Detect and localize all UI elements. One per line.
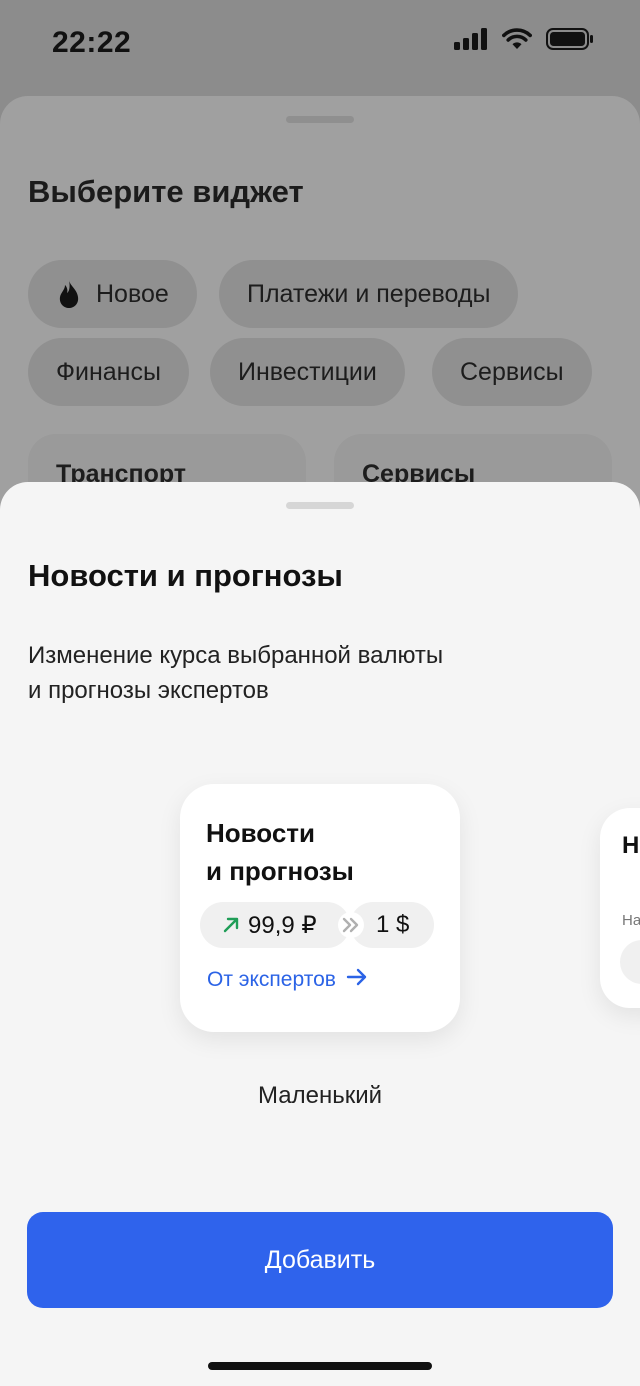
rate-value: 99,9 ₽ bbox=[248, 911, 317, 939]
chip-label: Сервисы bbox=[460, 357, 564, 386]
rate-row: 99,9 ₽ 1 $ bbox=[200, 902, 434, 948]
peek-card-pill bbox=[620, 940, 640, 984]
sheet-grabber[interactable] bbox=[286, 116, 354, 123]
status-icons bbox=[454, 28, 594, 55]
status-time: 22:22 bbox=[52, 26, 132, 59]
rate-value-pill: 99,9 ₽ bbox=[200, 902, 350, 948]
chip-investments[interactable]: Инвестиции bbox=[210, 338, 405, 406]
chip-label: Платежи и переводы bbox=[247, 279, 491, 308]
status-bar: 22:22 bbox=[0, 0, 640, 90]
chip-label: Новое bbox=[96, 279, 169, 308]
widget-title-line: Новости bbox=[206, 818, 316, 848]
widget-preview-title: Новости и прогнозы bbox=[206, 814, 434, 890]
signal-icon bbox=[454, 28, 488, 55]
rate-target: 1 $ bbox=[376, 911, 410, 938]
battery-icon bbox=[546, 28, 594, 55]
sheet-grabber[interactable] bbox=[286, 502, 354, 509]
widget-preview-small[interactable]: Новости и прогнозы 99,9 ₽ 1 $ От эксперт… bbox=[180, 784, 460, 1032]
chip-payments[interactable]: Платежи и переводы bbox=[219, 260, 519, 328]
chip-label: Инвестиции bbox=[238, 357, 377, 386]
home-indicator bbox=[208, 1362, 432, 1370]
widget-title-line: и прогнозы bbox=[206, 856, 354, 886]
flame-icon bbox=[56, 279, 82, 309]
widget-detail-sheet: Новости и прогнозы Изменение курса выбра… bbox=[0, 482, 640, 1386]
chip-finance[interactable]: Финансы bbox=[28, 338, 189, 406]
wifi-icon bbox=[502, 28, 532, 55]
double-chevron-icon bbox=[338, 912, 364, 938]
experts-link-label: От экспертов bbox=[207, 968, 336, 991]
arrow-right-icon bbox=[346, 968, 368, 992]
widget-preview-medium[interactable]: Н На bbox=[600, 808, 640, 1008]
description-line: Изменение курса выбранной валюты bbox=[28, 642, 444, 669]
widget-description: Изменение курса выбранной валюты и прогн… bbox=[28, 638, 548, 708]
picker-title: Выберите виджет bbox=[28, 174, 304, 209]
chip-new[interactable]: Новое bbox=[28, 260, 197, 328]
description-line: и прогнозы экспертов bbox=[28, 677, 269, 704]
widget-size-label: Маленький bbox=[257, 1082, 383, 1109]
chip-services[interactable]: Сервисы bbox=[432, 338, 592, 406]
experts-link[interactable]: От экспертов bbox=[207, 968, 368, 992]
peek-card-subtitle: На bbox=[622, 912, 640, 929]
peek-card-title: Н bbox=[622, 832, 640, 859]
trend-up-arrow-icon bbox=[222, 916, 240, 934]
chip-label: Финансы bbox=[56, 357, 161, 386]
add-widget-button[interactable]: Добавить bbox=[27, 1212, 613, 1308]
widget-detail-title: Новости и прогнозы bbox=[28, 558, 343, 593]
